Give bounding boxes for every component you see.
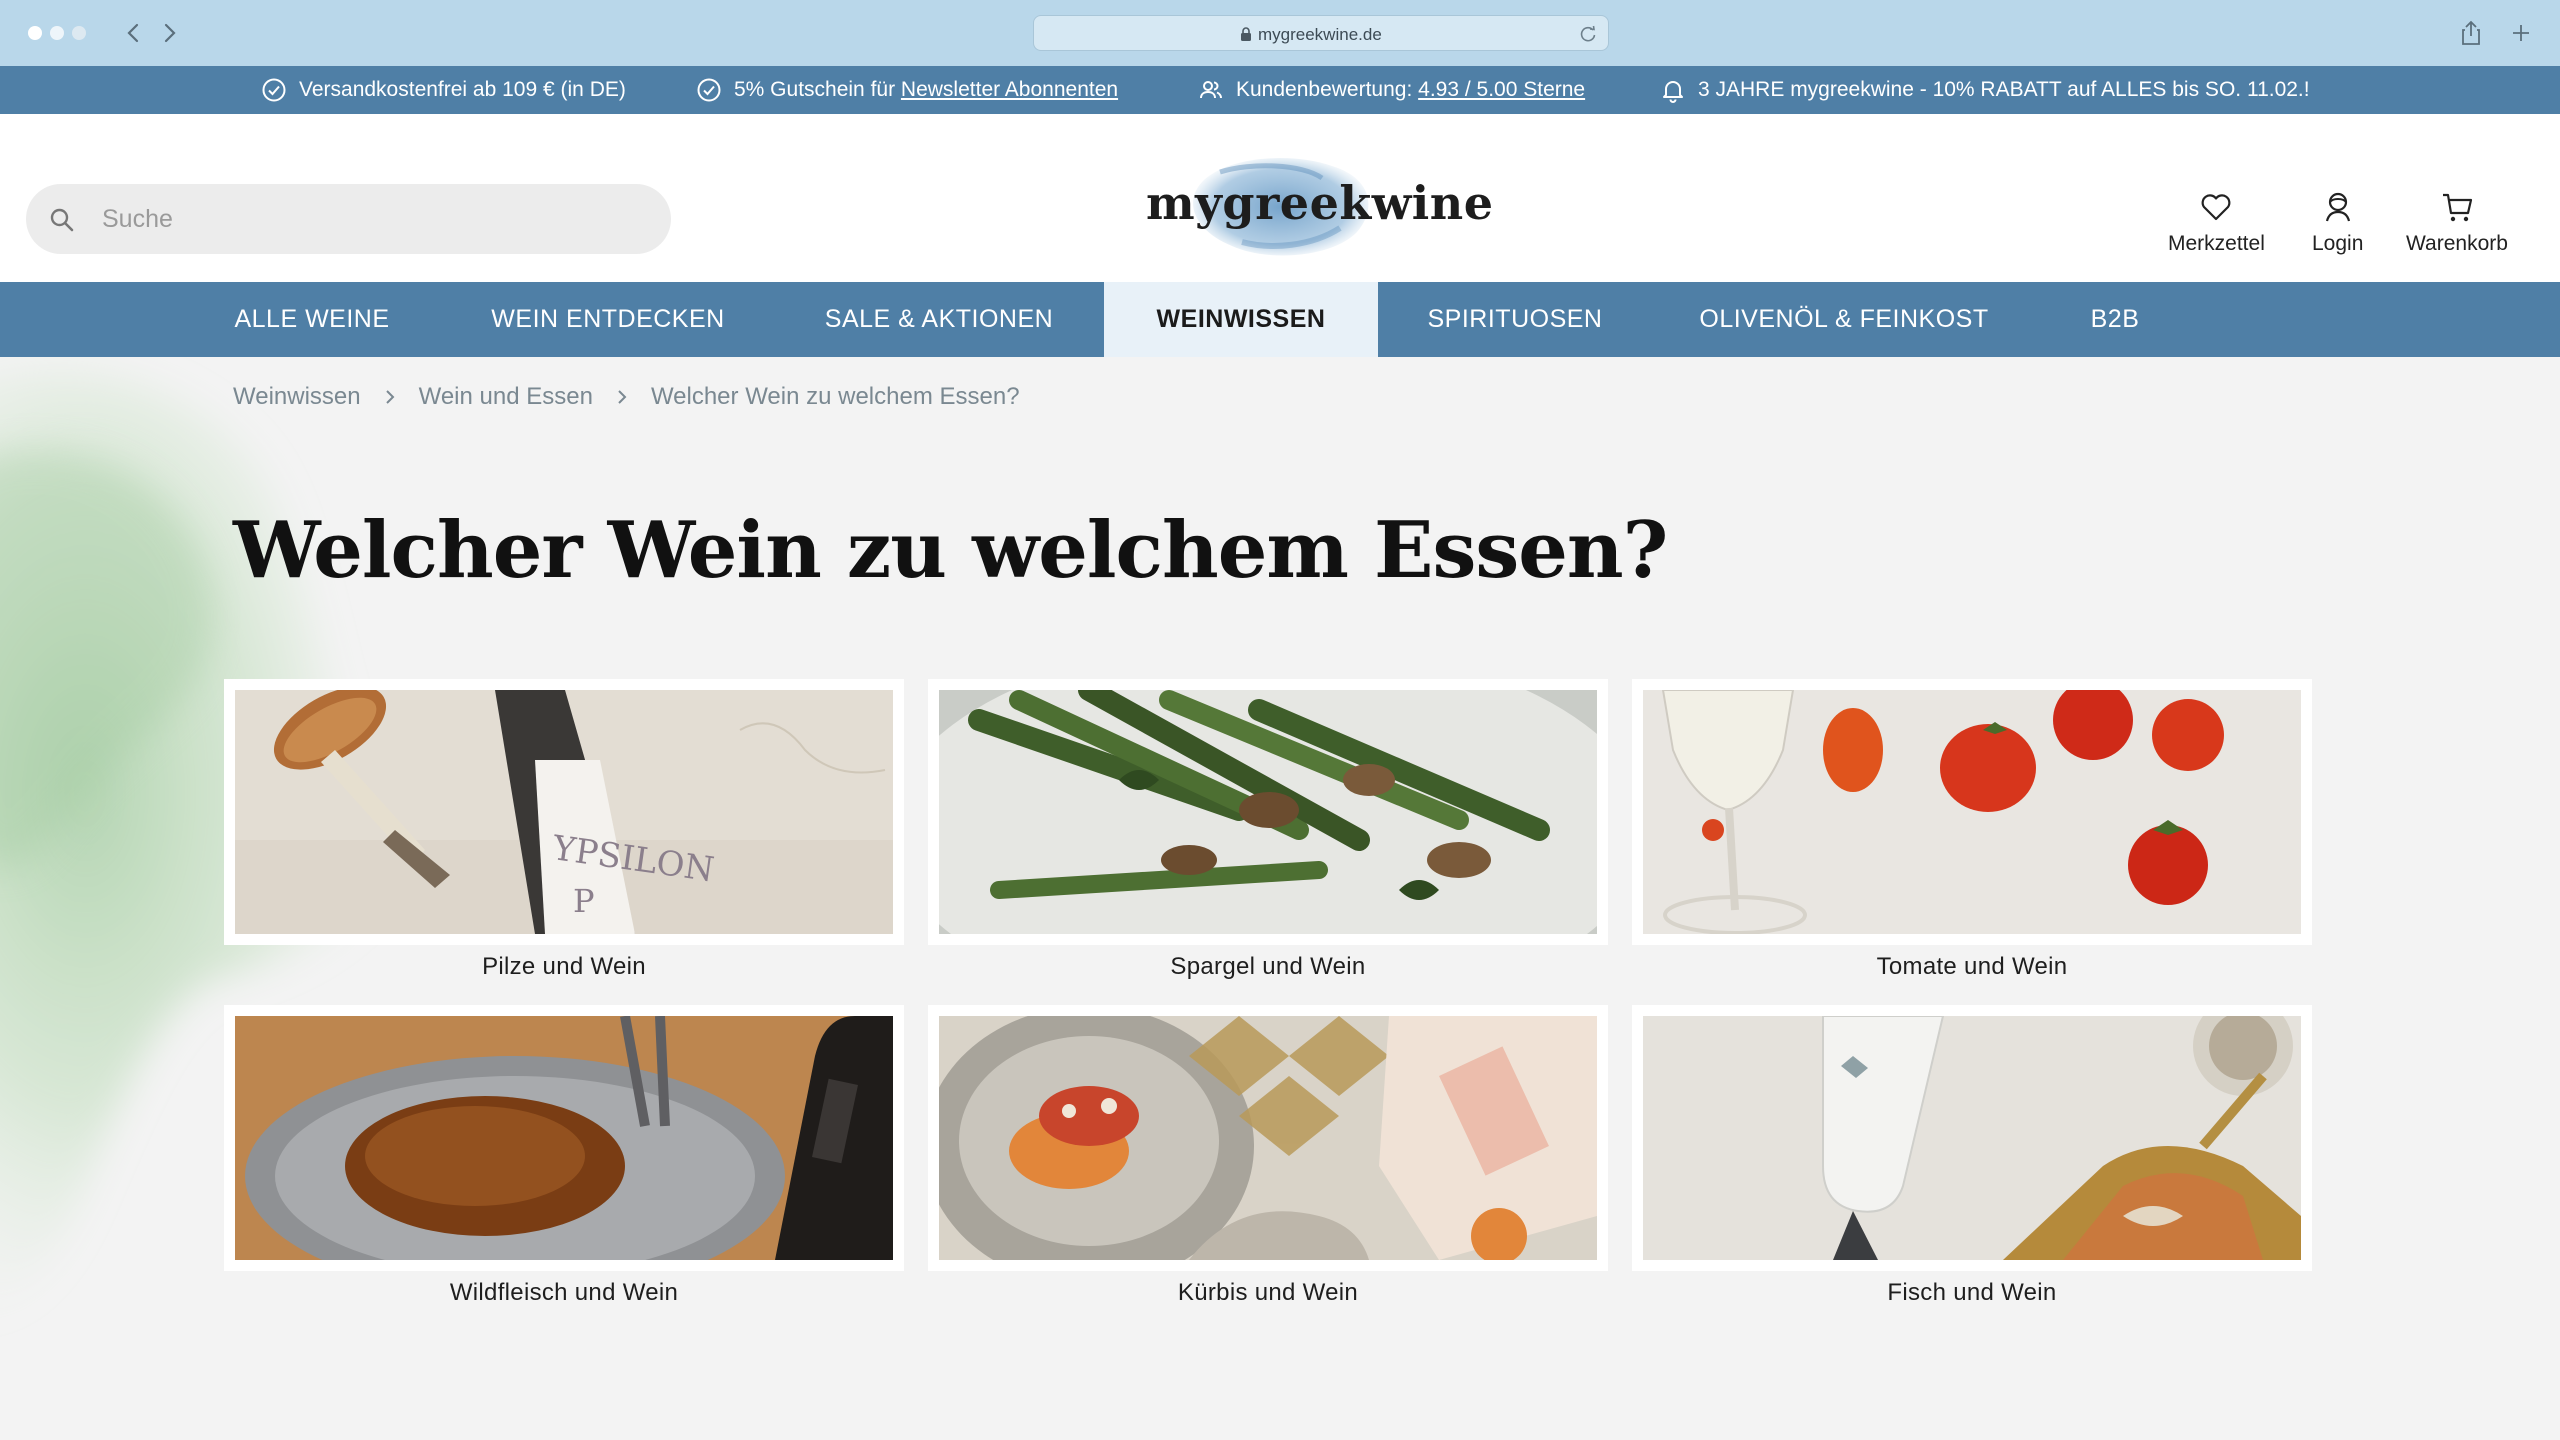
mushroom-wine-image: YPSILON P bbox=[235, 690, 893, 934]
share-icon[interactable] bbox=[2456, 18, 2486, 48]
svg-text:P: P bbox=[573, 882, 595, 920]
card-caption: Pilze und Wein bbox=[482, 953, 646, 980]
login-button[interactable]: Login bbox=[2312, 188, 2363, 256]
nav-item-spirituosen[interactable]: SPIRITUOSEN bbox=[1410, 282, 1620, 357]
site-header: mygreekwine Merkzettel Login Warenkorb bbox=[0, 114, 2560, 282]
card-image-frame: YPSILON P bbox=[224, 679, 904, 945]
search-input[interactable] bbox=[102, 184, 642, 254]
nav-item-weinwissen[interactable]: WEINWISSEN bbox=[1104, 282, 1378, 357]
fish-image bbox=[1643, 1016, 2301, 1260]
card-image-frame bbox=[928, 679, 1608, 945]
cart-icon bbox=[2442, 193, 2473, 222]
card-image-frame bbox=[1632, 679, 2312, 945]
card-caption: Tomate und Wein bbox=[1876, 953, 2068, 980]
reload-icon[interactable] bbox=[1578, 24, 1598, 44]
card-image-frame bbox=[224, 1005, 904, 1271]
usp-voucher: 5% Gutschein für Newsletter Abonnenten bbox=[696, 66, 1118, 114]
back-icon[interactable] bbox=[118, 16, 148, 50]
cart-label: Warenkorb bbox=[2406, 232, 2508, 255]
lock-icon bbox=[1241, 27, 1251, 41]
card-caption: Spargel und Wein bbox=[1170, 953, 1366, 980]
usp-promo: 3 JAHRE mygreekwine - 10% RABATT auf ALL… bbox=[1660, 66, 2310, 114]
chevron-right-icon bbox=[385, 390, 395, 404]
category-card-pilze[interactable]: YPSILON P Pilze und Wein bbox=[224, 679, 904, 981]
url-text: mygreekwine.de bbox=[1258, 25, 1382, 44]
page-title: Welcher Wein zu welchem Essen? bbox=[233, 505, 1668, 596]
usp-bar: Versandkostenfrei ab 109 € (in DE) 5% Gu… bbox=[0, 66, 2560, 114]
check-circle-icon bbox=[262, 78, 286, 102]
breadcrumb-item-wein-und-essen[interactable]: Wein und Essen bbox=[419, 383, 593, 411]
new-tab-icon[interactable] bbox=[2506, 18, 2536, 48]
card-caption: Wildfleisch und Wein bbox=[449, 1279, 679, 1306]
main-navigation: ALLE WEINE WEIN ENTDECKEN SALE & AKTIONE… bbox=[0, 282, 2560, 357]
newsletter-link[interactable]: Newsletter Abonnenten bbox=[901, 78, 1118, 101]
main-content: Weinwissen Wein und Essen Welcher Wein z… bbox=[0, 357, 2560, 1440]
chevron-right-icon bbox=[618, 390, 627, 404]
card-image-frame bbox=[1632, 1005, 2312, 1271]
user-icon bbox=[2325, 192, 2350, 222]
usp-voucher-prefix: 5% Gutschein für bbox=[734, 78, 901, 101]
game-meat-image bbox=[235, 1016, 893, 1260]
usp-rating-prefix: Kundenbewertung: bbox=[1236, 78, 1419, 101]
users-icon bbox=[1200, 81, 1222, 99]
window-controls[interactable] bbox=[28, 26, 86, 40]
logo-text: mygreekwine bbox=[1146, 176, 1494, 230]
search-icon[interactable] bbox=[48, 206, 76, 234]
bell-icon bbox=[1663, 81, 1683, 103]
cart-button[interactable]: Warenkorb bbox=[2406, 188, 2508, 256]
login-label: Login bbox=[2312, 232, 2364, 255]
tomato-image bbox=[1643, 690, 2301, 934]
usp-promo-text: 3 JAHRE mygreekwine - 10% RABATT auf ALL… bbox=[1698, 78, 2310, 101]
category-card-wildfleisch[interactable]: Wildfleisch und Wein bbox=[224, 1005, 904, 1307]
asparagus-image bbox=[939, 690, 1597, 934]
nav-item-wein-entdecken[interactable]: WEIN ENTDECKEN bbox=[474, 282, 742, 357]
card-image-frame bbox=[928, 1005, 1608, 1271]
nav-item-olivenoel-feinkost[interactable]: OLIVENÖL & FEINKOST bbox=[1680, 282, 2008, 357]
address-bar[interactable]: mygreekwine.de bbox=[1033, 15, 1609, 51]
search-box[interactable] bbox=[26, 184, 671, 254]
browser-toolbar: mygreekwine.de bbox=[0, 0, 2560, 66]
usp-shipping-text: Versandkostenfrei ab 109 € (in DE) bbox=[299, 78, 626, 101]
pumpkin-image bbox=[939, 1016, 1597, 1260]
nav-item-b2b[interactable]: B2B bbox=[2072, 282, 2158, 357]
category-card-tomate[interactable]: Tomate und Wein bbox=[1632, 679, 2312, 981]
usp-rating: Kundenbewertung: 4.93 / 5.00 Sterne bbox=[1198, 66, 1585, 114]
usp-voucher-text: 5% Gutschein für Newsletter Abonnenten bbox=[734, 78, 1118, 102]
forward-icon[interactable] bbox=[155, 16, 185, 50]
browser-window: mygreekwine.de Versandkostenfrei ab 109 … bbox=[0, 0, 2560, 1440]
breadcrumb: Weinwissen Wein und Essen Welcher Wein z… bbox=[233, 383, 1020, 411]
breadcrumb-item-weinwissen[interactable]: Weinwissen bbox=[233, 383, 361, 411]
wishlist-label: Merkzettel bbox=[2168, 232, 2265, 255]
check-circle-icon bbox=[697, 78, 721, 102]
usp-rating-text: Kundenbewertung: 4.93 / 5.00 Sterne bbox=[1236, 78, 1585, 102]
nav-item-sale-aktionen[interactable]: SALE & AKTIONEN bbox=[806, 282, 1072, 357]
usp-shipping: Versandkostenfrei ab 109 € (in DE) bbox=[261, 66, 626, 114]
category-card-kuerbis[interactable]: Kürbis und Wein bbox=[928, 1005, 1608, 1307]
heart-icon bbox=[2201, 194, 2231, 221]
category-card-spargel[interactable]: Spargel und Wein bbox=[928, 679, 1608, 981]
category-card-fisch[interactable]: Fisch und Wein bbox=[1632, 1005, 2312, 1307]
card-caption: Kürbis und Wein bbox=[1177, 1279, 1359, 1306]
wishlist-button[interactable]: Merkzettel bbox=[2168, 188, 2265, 256]
site-logo[interactable]: mygreekwine bbox=[1140, 154, 1493, 259]
nav-item-alle-weine[interactable]: ALLE WEINE bbox=[214, 282, 410, 357]
rating-link[interactable]: 4.93 / 5.00 Sterne bbox=[1418, 78, 1585, 101]
card-caption: Fisch und Wein bbox=[1887, 1279, 2057, 1306]
breadcrumb-item-current[interactable]: Welcher Wein zu welchem Essen? bbox=[651, 383, 1020, 411]
